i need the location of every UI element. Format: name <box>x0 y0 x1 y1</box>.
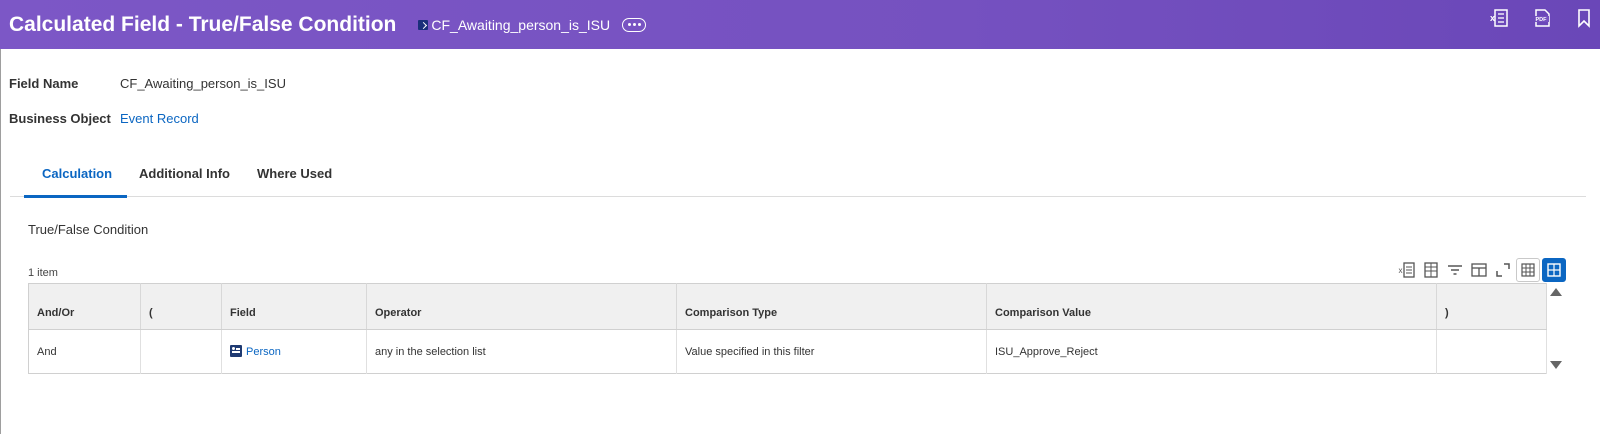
condition-grid: And/Or ( Field Operator Comparison Type … <box>28 283 1547 374</box>
business-object-link[interactable]: Event Record <box>120 111 199 126</box>
cell-field-label: Person <box>246 346 281 358</box>
field-name-label: Field Name <box>9 76 79 91</box>
svg-text:PDF: PDF <box>1536 17 1548 23</box>
column-header-and-or[interactable]: And/Or <box>28 283 141 330</box>
instance-label: CF_Awaiting_person_is_ISU <box>431 16 611 33</box>
cell-field-link[interactable]: Person <box>221 329 367 374</box>
column-header-field[interactable]: Field <box>221 283 367 330</box>
instance-link[interactable]: CF_Awaiting_person_is_ISU <box>418 17 610 33</box>
grid-filter-button[interactable] <box>1444 259 1466 281</box>
cell-comparison-value: ISU_Approve_Reject <box>986 329 1437 374</box>
column-header-open-paren[interactable]: ( <box>140 283 222 330</box>
excel-export-icon: x <box>1490 9 1508 27</box>
business-object-label: Business Object <box>9 111 111 126</box>
grid-columns-button[interactable] <box>1420 259 1442 281</box>
grid-view-icon <box>1547 263 1561 277</box>
table-view-toggle[interactable] <box>1516 258 1540 282</box>
svg-text:x: x <box>1399 266 1403 275</box>
table-view-icon <box>1521 263 1535 277</box>
grid-view-toggle[interactable] <box>1542 258 1566 282</box>
column-header-comparison-type[interactable]: Comparison Type <box>676 283 987 330</box>
tab-bar: Calculation Additional Info Where Used <box>10 157 1586 198</box>
tab-additional-info[interactable]: Additional Info <box>139 157 230 197</box>
table-layout-icon <box>1471 263 1487 277</box>
excel-export-icon: x <box>1399 262 1415 278</box>
tab-where-used[interactable]: Where Used <box>257 157 332 197</box>
cell-open-paren <box>140 329 222 374</box>
dot-icon <box>627 23 631 26</box>
cell-close-paren <box>1436 329 1547 374</box>
field-name-row: Field Name CF_Awaiting_person_is_ISU <box>9 76 286 91</box>
svg-text:x: x <box>1490 13 1495 23</box>
section-title: True/False Condition <box>28 222 149 237</box>
column-header-close-paren[interactable]: ) <box>1436 283 1547 330</box>
grid-excel-button[interactable]: x <box>1396 259 1418 281</box>
field-name-value: CF_Awaiting_person_is_ISU <box>120 76 286 91</box>
expand-icon <box>1496 263 1510 277</box>
dot-icon <box>637 23 641 26</box>
bookmark-button[interactable] <box>1574 8 1594 33</box>
pdf-export-button[interactable]: PDF <box>1532 8 1552 33</box>
bookmark-icon <box>1578 9 1590 28</box>
tab-calculation[interactable]: Calculation <box>23 157 128 198</box>
table-row: And Person any in the selection list Val… <box>28 329 1547 374</box>
page-header: Calculated Field - True/False Condition … <box>0 0 1600 49</box>
grid-toolbar: x <box>1396 258 1568 282</box>
pdf-export-icon: PDF <box>1535 9 1550 27</box>
cell-operator: any in the selection list <box>366 329 677 374</box>
filter-icon <box>1448 265 1462 275</box>
person-field-icon <box>230 345 242 357</box>
dot-icon <box>632 23 636 26</box>
business-object-row: Business Object Event Record <box>9 111 199 126</box>
related-actions-button[interactable] <box>622 17 647 32</box>
column-list-icon <box>1424 262 1438 278</box>
page-border <box>0 49 1 434</box>
cell-comparison-type: Value specified in this filter <box>676 329 987 374</box>
grid-layout-button[interactable] <box>1468 259 1490 281</box>
scroll-down-arrow-icon[interactable] <box>1550 361 1562 369</box>
grid-fullscreen-button[interactable] <box>1492 259 1514 281</box>
instance-link-icon <box>418 19 429 30</box>
column-header-comparison-value[interactable]: Comparison Value <box>986 283 1437 330</box>
cell-and-or: And <box>28 329 141 374</box>
column-header-operator[interactable]: Operator <box>366 283 677 330</box>
scroll-up-arrow-icon[interactable] <box>1550 288 1562 296</box>
grid-header-row: And/Or ( Field Operator Comparison Type … <box>28 283 1547 330</box>
page-title: Calculated Field - True/False Condition <box>9 12 397 36</box>
item-count: 1 item <box>28 267 58 279</box>
excel-export-button[interactable]: x <box>1489 8 1509 33</box>
grid-scrollbar[interactable] <box>1546 284 1564 374</box>
